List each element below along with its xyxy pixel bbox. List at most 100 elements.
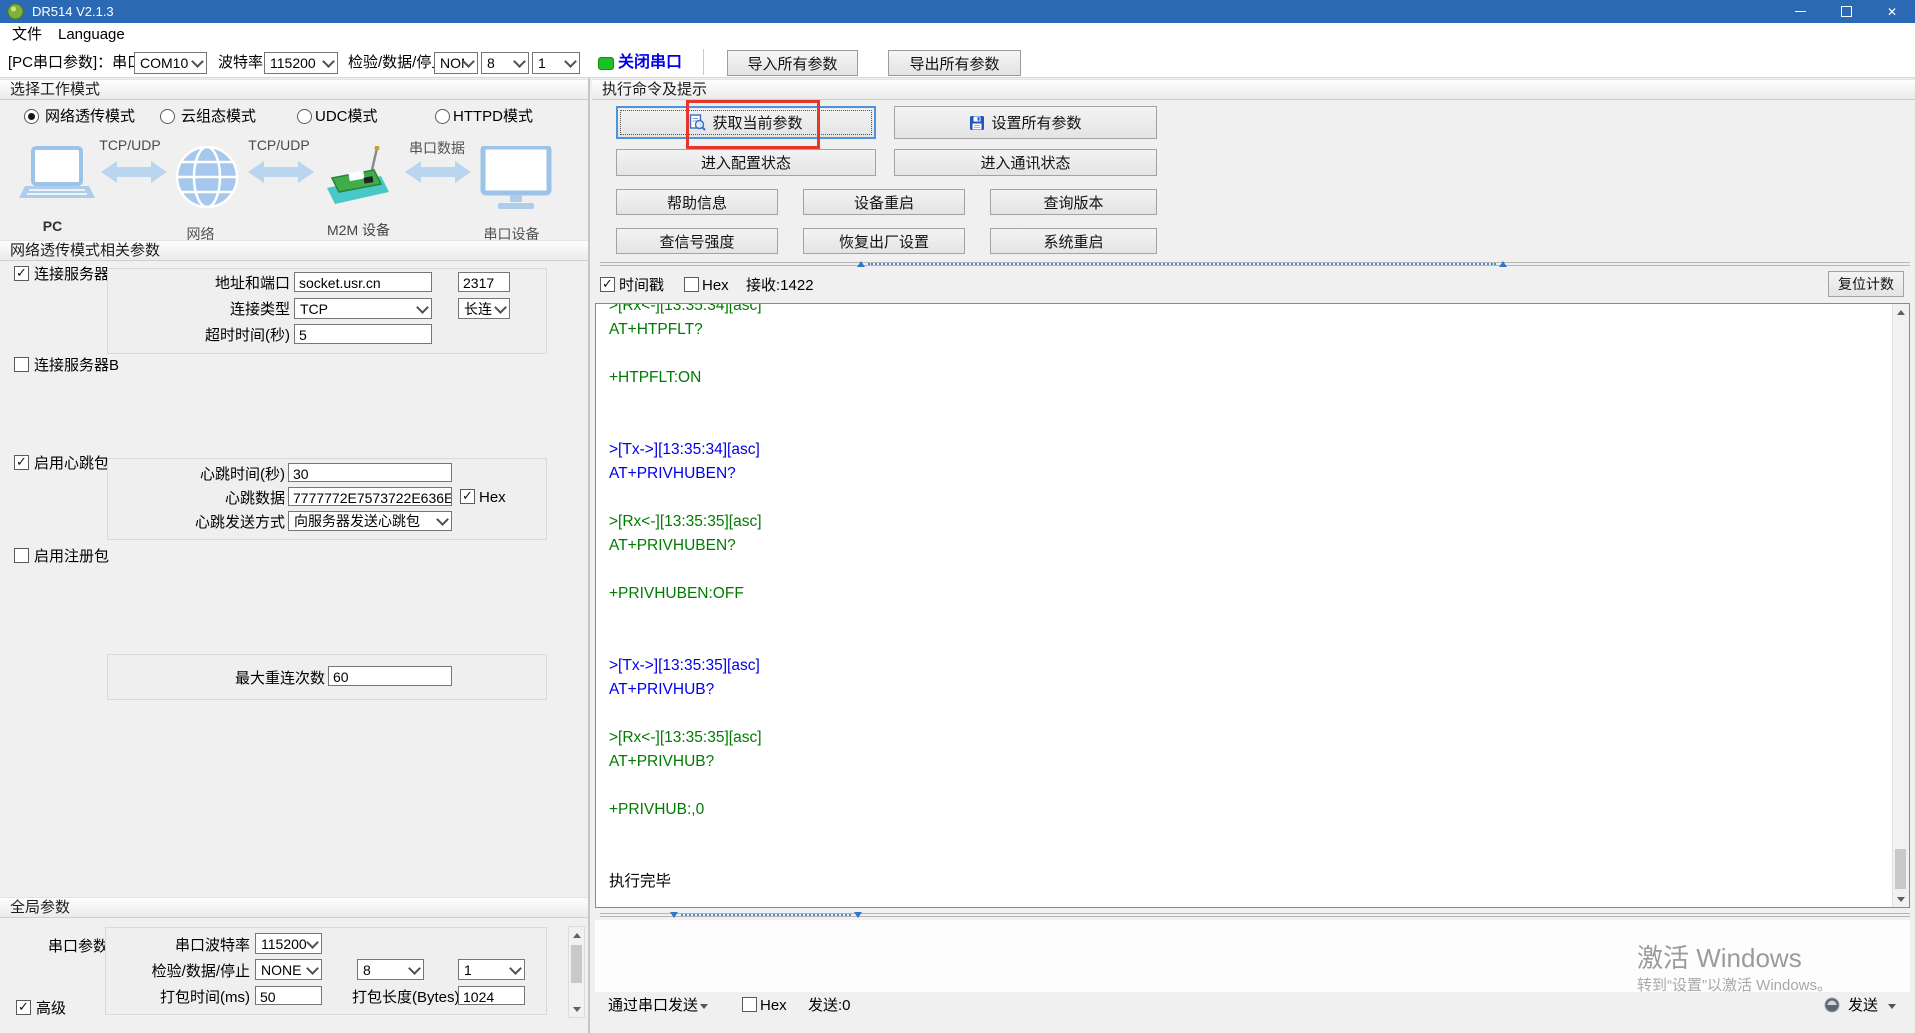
chevron-down-icon bbox=[494, 300, 507, 314]
pack-length-input[interactable]: 1024 bbox=[458, 986, 525, 1005]
global-header: 全局参数 bbox=[0, 897, 588, 918]
heartbeat-time-input[interactable]: 30 bbox=[288, 463, 452, 482]
conn-keep-select[interactable]: 长连 bbox=[458, 298, 510, 319]
advanced-checkbox[interactable] bbox=[16, 1000, 31, 1015]
maximize-button[interactable] bbox=[1823, 0, 1869, 23]
signal-strength-button[interactable]: 查信号强度 bbox=[616, 228, 778, 254]
log-line: AT+PRIVHUBEN? bbox=[609, 537, 736, 554]
link1-label: TCP/UDP bbox=[99, 137, 161, 153]
stopbits-select[interactable]: 1 bbox=[532, 52, 580, 74]
serial-databits-select[interactable]: 8 bbox=[357, 959, 424, 980]
server-b-checkbox[interactable] bbox=[14, 357, 29, 372]
radio-httpd-mode[interactable] bbox=[435, 109, 450, 124]
chevron-down-icon bbox=[564, 55, 577, 68]
timeout-input[interactable]: 5 bbox=[294, 324, 432, 344]
query-version-button[interactable]: 查询版本 bbox=[990, 189, 1157, 215]
scroll-up-icon[interactable] bbox=[569, 927, 584, 943]
heartbeat-checkbox[interactable] bbox=[14, 455, 29, 470]
left-scrollbar[interactable] bbox=[568, 926, 585, 1018]
pack-time-input[interactable]: 50 bbox=[255, 986, 322, 1005]
recv-hex-checkbox[interactable] bbox=[684, 277, 699, 292]
device-reboot-button[interactable]: 设备重启 bbox=[803, 189, 965, 215]
timestamp-checkbox[interactable] bbox=[600, 277, 615, 292]
serial-stopbits-select[interactable]: 1 bbox=[458, 959, 525, 980]
heartbeat-hex-checkbox[interactable] bbox=[460, 489, 475, 504]
scrollbar-thumb[interactable] bbox=[571, 945, 582, 983]
close-button[interactable]: ✕ bbox=[1869, 0, 1915, 23]
reconnect-input[interactable]: 60 bbox=[328, 666, 452, 686]
conn-type-select[interactable]: TCP bbox=[294, 298, 432, 319]
baud-label: 波特率 bbox=[218, 54, 264, 71]
chevron-down-icon bbox=[306, 935, 319, 949]
scrollbar-thumb[interactable] bbox=[1895, 849, 1906, 889]
radio-udc-mode[interactable] bbox=[297, 109, 312, 124]
send-via-serial-button[interactable]: 通过串口发送 bbox=[608, 997, 698, 1015]
toolbar-separator bbox=[703, 49, 704, 75]
heartbeat-data-input[interactable]: 7777772E7573722E636E bbox=[288, 487, 452, 506]
menu-item-file[interactable]: 文件 bbox=[12, 23, 42, 46]
set-params-button[interactable]: 设置所有参数 bbox=[894, 106, 1157, 139]
scroll-down-icon[interactable] bbox=[569, 1001, 584, 1017]
log-scrollbar[interactable] bbox=[1892, 304, 1909, 907]
send-options-caret[interactable] bbox=[1888, 1004, 1896, 1009]
export-params-button[interactable]: 导出所有参数 bbox=[888, 50, 1021, 76]
log-line: +HTPFLT:ON bbox=[609, 369, 702, 386]
send-hex-checkbox[interactable] bbox=[742, 997, 757, 1012]
baud-select[interactable]: 115200 bbox=[264, 52, 338, 74]
chevron-down-icon bbox=[462, 55, 475, 68]
ime-icon bbox=[1824, 997, 1840, 1013]
close-port-button[interactable]: 关闭串口 bbox=[618, 51, 682, 75]
register-label: 启用注册包 bbox=[34, 548, 110, 565]
heartbeat-label: 启用心跳包 bbox=[34, 455, 110, 472]
timestamp-label: 时间戳 bbox=[619, 277, 665, 294]
recv-count: 接收:1422 bbox=[746, 277, 814, 294]
scroll-up-icon[interactable] bbox=[1893, 304, 1909, 320]
arrow-icon bbox=[101, 161, 167, 183]
chevron-down-icon bbox=[306, 961, 319, 975]
address-input[interactable]: socket.usr.cn bbox=[294, 272, 432, 292]
menu-item-language[interactable]: Language bbox=[58, 23, 125, 46]
help-button[interactable]: 帮助信息 bbox=[616, 189, 778, 215]
collapse-up-icon bbox=[857, 260, 865, 267]
radio-cloud-scada[interactable] bbox=[160, 109, 175, 124]
serial-parity-select[interactable]: NONE bbox=[255, 959, 322, 980]
server-a-checkbox[interactable] bbox=[14, 266, 29, 281]
serial-baud-select[interactable]: 115200 bbox=[255, 933, 322, 954]
pc-node-label: PC bbox=[42, 218, 63, 234]
radio-udc-mode-label: UDC模式 bbox=[315, 108, 378, 125]
com-port-select[interactable]: COM10 bbox=[134, 52, 207, 74]
factory-reset-button[interactable]: 恢复出厂设置 bbox=[803, 228, 965, 254]
splitter-collapse-top[interactable] bbox=[857, 258, 1507, 269]
scroll-down-icon[interactable] bbox=[1893, 891, 1909, 907]
g-baud-label: 串口波特率 bbox=[174, 937, 250, 954]
log-line: +PRIVHUB:,0 bbox=[609, 801, 705, 818]
radio-net-passthrough[interactable] bbox=[24, 109, 39, 124]
send-via-caret-icon[interactable] bbox=[700, 1004, 708, 1009]
app-icon bbox=[7, 3, 24, 20]
close-icon: ✕ bbox=[1886, 4, 1898, 19]
import-params-button[interactable]: 导入所有参数 bbox=[727, 50, 858, 76]
databits-select[interactable]: 8 bbox=[481, 52, 529, 74]
register-checkbox[interactable] bbox=[14, 548, 29, 563]
network-globe-icon bbox=[175, 146, 239, 209]
heartbeat-mode-select[interactable]: 向服务器发送心跳包 bbox=[288, 511, 452, 531]
send-button[interactable]: 发送 bbox=[1848, 997, 1878, 1015]
windows-activation-watermark: 激活 Windows bbox=[1637, 943, 1802, 973]
get-params-button[interactable]: 获取当前参数 bbox=[616, 106, 876, 139]
splitter-collapse-bottom[interactable] bbox=[670, 909, 862, 920]
enter-config-button[interactable]: 进入配置状态 bbox=[616, 149, 876, 176]
port-input[interactable]: 2317 bbox=[458, 272, 510, 292]
reset-count-button[interactable]: 复位计数 bbox=[1828, 271, 1904, 297]
enter-comm-button[interactable]: 进入通讯状态 bbox=[894, 149, 1157, 176]
search-doc-icon bbox=[690, 114, 707, 131]
system-reboot-button[interactable]: 系统重启 bbox=[990, 228, 1157, 254]
parity-select[interactable]: NONI bbox=[434, 52, 478, 74]
log-area[interactable]: >[Rx<-][13:35:34][asc] AT+HTPFLT? +HTPFLT… bbox=[595, 303, 1910, 908]
menu-bar bbox=[0, 23, 1915, 46]
port-open-indicator bbox=[598, 57, 614, 70]
conn-type-label: 连接类型 bbox=[229, 301, 290, 318]
minimize-button[interactable] bbox=[1777, 0, 1823, 23]
log-line: AT+PRIVHUBEN? bbox=[609, 465, 736, 482]
